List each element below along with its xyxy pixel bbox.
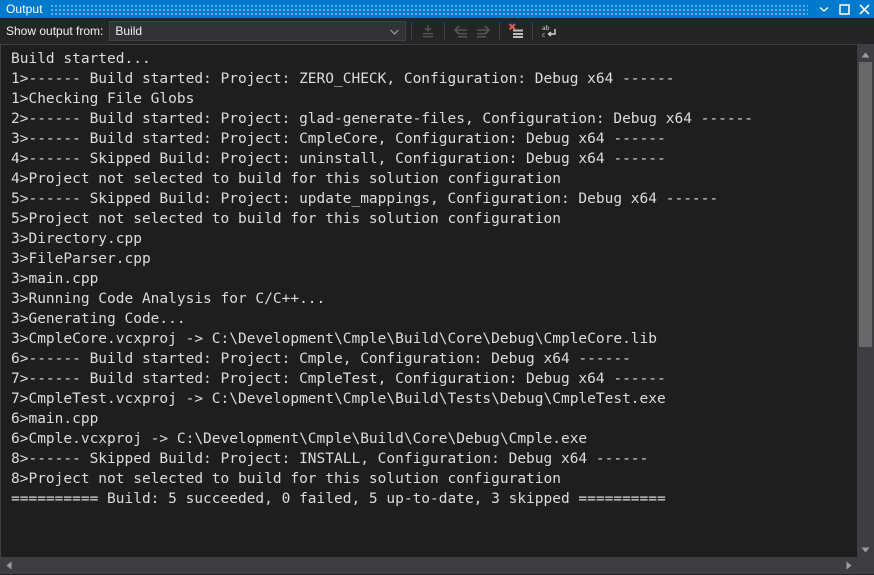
arrow-right-icon <box>475 23 491 39</box>
triangle-up-icon <box>861 45 870 63</box>
scrollbar-corner <box>857 557 874 574</box>
output-line: 5>------ Skipped Build: Project: update_… <box>11 191 719 207</box>
svg-text:ab: ab <box>542 25 550 32</box>
toggle-word-wrap-button[interactable]: ab c <box>538 20 560 42</box>
output-text-pane[interactable]: Build started... 1>------ Build started: … <box>1 45 857 557</box>
toolbar-separator-3 <box>499 22 501 40</box>
output-line: 4>------ Skipped Build: Project: uninsta… <box>11 151 666 167</box>
chevron-down-icon <box>390 22 400 40</box>
output-line: 6>Cmple.vcxproj -> C:\Development\Cmple\… <box>11 431 588 447</box>
output-toolbar: Show output from: Build ab c <box>0 18 874 44</box>
navigate-back-button[interactable] <box>450 20 472 42</box>
show-output-from-label: Show output from: <box>6 24 104 38</box>
output-source-select[interactable]: Build <box>109 21 407 41</box>
output-line: 3>main.cpp <box>11 271 99 287</box>
triangle-down-icon <box>861 540 870 558</box>
output-line: ========== Build: 5 succeeded, 0 failed,… <box>11 491 666 507</box>
output-line: 3>CmpleCore.vcxproj -> C:\Development\Cm… <box>11 331 658 347</box>
output-line: 3>FileParser.cpp <box>11 251 151 267</box>
triangle-left-icon <box>6 557 12 575</box>
output-line: 8>------ Skipped Build: Project: INSTALL… <box>11 451 649 467</box>
toolbar-separator-2 <box>444 22 446 40</box>
output-line: 1>Checking File Globs <box>11 91 195 107</box>
output-tool-window: Output Show output from: Build ab c Buil… <box>0 0 874 574</box>
toolbar-separator-4 <box>532 22 534 40</box>
horizontal-scrollbar[interactable] <box>0 557 874 574</box>
arrow-left-icon <box>453 23 469 39</box>
output-line: 6>main.cpp <box>11 411 99 427</box>
output-content-area: Build started... 1>------ Build started: … <box>0 44 874 557</box>
scroll-down-button[interactable] <box>857 540 874 557</box>
scroll-left-button[interactable] <box>0 557 17 574</box>
output-line: Build started... <box>11 51 151 67</box>
output-window-title: Output <box>6 2 43 16</box>
triangle-right-icon <box>846 557 852 575</box>
output-line: 3>------ Build started: Project: CmpleCo… <box>11 131 666 147</box>
output-line: 6>------ Build started: Project: Cmple, … <box>11 351 631 367</box>
vertical-scrollbar-thumb[interactable] <box>859 62 872 347</box>
chevron-down-icon <box>819 4 829 14</box>
clear-all-icon <box>508 23 524 39</box>
close-x-icon <box>858 3 870 15</box>
navigate-forward-button[interactable] <box>472 20 494 42</box>
close-window-button[interactable] <box>854 0 874 18</box>
svg-text:c: c <box>542 32 545 39</box>
scroll-right-button[interactable] <box>840 557 857 574</box>
window-drag-handle[interactable] <box>50 3 808 15</box>
scroll-up-button[interactable] <box>857 45 874 62</box>
output-line: 8>Project not selected to build for this… <box>11 471 561 487</box>
output-line: 7>------ Build started: Project: CmpleTe… <box>11 371 666 387</box>
output-line: 1>------ Build started: Project: ZERO_CH… <box>11 71 675 87</box>
output-line: 4>Project not selected to build for this… <box>11 171 561 187</box>
output-log-lines: Build started... 1>------ Build started: … <box>11 49 857 509</box>
output-line: 5>Project not selected to build for this… <box>11 211 561 227</box>
output-window-titlebar: Output <box>0 0 874 18</box>
vertical-scrollbar[interactable] <box>857 45 874 557</box>
word-wrap-icon: ab c <box>541 23 557 39</box>
output-line: 2>------ Build started: Project: glad-ge… <box>11 111 754 127</box>
clear-all-button[interactable] <box>505 20 527 42</box>
toolbar-separator-1 <box>411 22 413 40</box>
output-line: 3>Generating Code... <box>11 311 186 327</box>
output-line: 7>CmpleTest.vcxproj -> C:\Development\Cm… <box>11 391 666 407</box>
float-window-button[interactable] <box>834 0 854 18</box>
maximize-square-icon <box>838 3 850 15</box>
output-source-value: Build <box>115 24 143 38</box>
go-to-message-icon <box>420 23 436 39</box>
output-line: 3>Running Code Analysis for C/C++... <box>11 291 326 307</box>
window-menu-dropdown[interactable] <box>814 0 834 18</box>
find-message-in-code-button[interactable] <box>417 20 439 42</box>
output-line: 3>Directory.cpp <box>11 231 142 247</box>
